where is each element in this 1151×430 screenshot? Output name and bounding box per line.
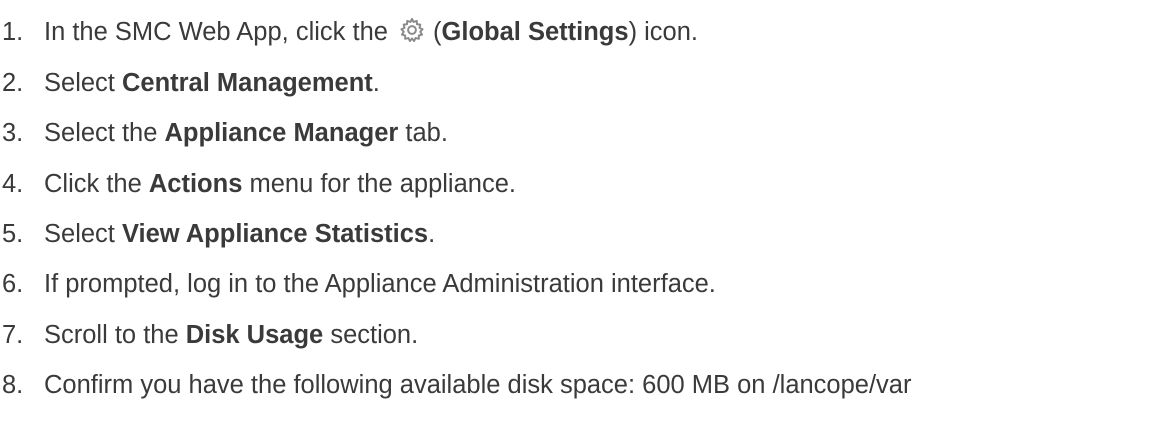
ui-label-emphasis: Disk Usage [185, 321, 324, 349]
step-text: Select Central Management. [44, 68, 380, 98]
gear-icon [400, 17, 424, 43]
list-item: 3. Select the Appliance Manager tab. [0, 113, 448, 153]
step-text: In the SMC Web App, click the (Global Se… [44, 17, 698, 47]
step-number: 1. [2, 18, 24, 46]
step-number: 8. [2, 371, 24, 399]
step-text-fragment: menu for the appliance. [242, 170, 516, 198]
step-text-fragment: . [428, 220, 436, 248]
step-number: 6. [2, 270, 24, 298]
step-text-fragment: Confirm you have the following available… [44, 371, 912, 399]
list-item: 7. Scroll to the Disk Usage section. [0, 315, 418, 355]
step-text-fragment: section. [323, 321, 419, 349]
ui-label-emphasis: Actions [148, 170, 243, 198]
step-text: Confirm you have the following available… [44, 370, 912, 400]
list-item: 2. Select Central Management. [0, 63, 380, 103]
step-text: If prompted, log in to the Appliance Adm… [44, 269, 716, 299]
step-text-fragment: ( [433, 18, 442, 46]
step-text-fragment: Select [44, 69, 122, 97]
list-item: 1. In the SMC Web App, click the (Global … [0, 12, 698, 52]
step-text-fragment: tab. [398, 119, 448, 147]
step-number: 2. [2, 69, 24, 97]
list-item: 4. Click the Actions menu for the applian… [0, 164, 516, 204]
step-text-fragment: Select the [44, 119, 165, 147]
ui-label-emphasis: Global Settings [441, 18, 629, 46]
step-text: Click the Actions menu for the appliance… [44, 169, 516, 199]
step-text-fragment: . [372, 69, 380, 97]
step-text-fragment: In the SMC Web App, click the [44, 18, 396, 46]
step-text: Scroll to the Disk Usage section. [44, 320, 418, 350]
step-number: 4. [2, 170, 24, 198]
list-item: 6. If prompted, log in to the Appliance A… [0, 264, 716, 304]
list-item: 8. Confirm you have the following availab… [0, 365, 912, 405]
ui-label-emphasis: Appliance Manager [164, 119, 399, 147]
step-number: 7. [2, 321, 24, 349]
step-number: 3. [2, 119, 24, 147]
list-item: 5. Select View Appliance Statistics. [0, 214, 435, 254]
step-text-fragment: Click the [44, 170, 149, 198]
step-text-fragment: ) icon. [628, 18, 699, 46]
step-text-fragment: Select [44, 220, 122, 248]
ui-label-emphasis: View Appliance Statistics [121, 220, 429, 248]
step-text-fragment: Scroll to the [44, 321, 186, 349]
ui-label-emphasis: Central Management [121, 69, 373, 97]
step-number: 5. [2, 220, 24, 248]
step-text-fragment: If prompted, log in to the Appliance Adm… [44, 270, 716, 298]
step-text: Select the Appliance Manager tab. [44, 118, 448, 148]
step-text: Select View Appliance Statistics. [44, 219, 435, 249]
